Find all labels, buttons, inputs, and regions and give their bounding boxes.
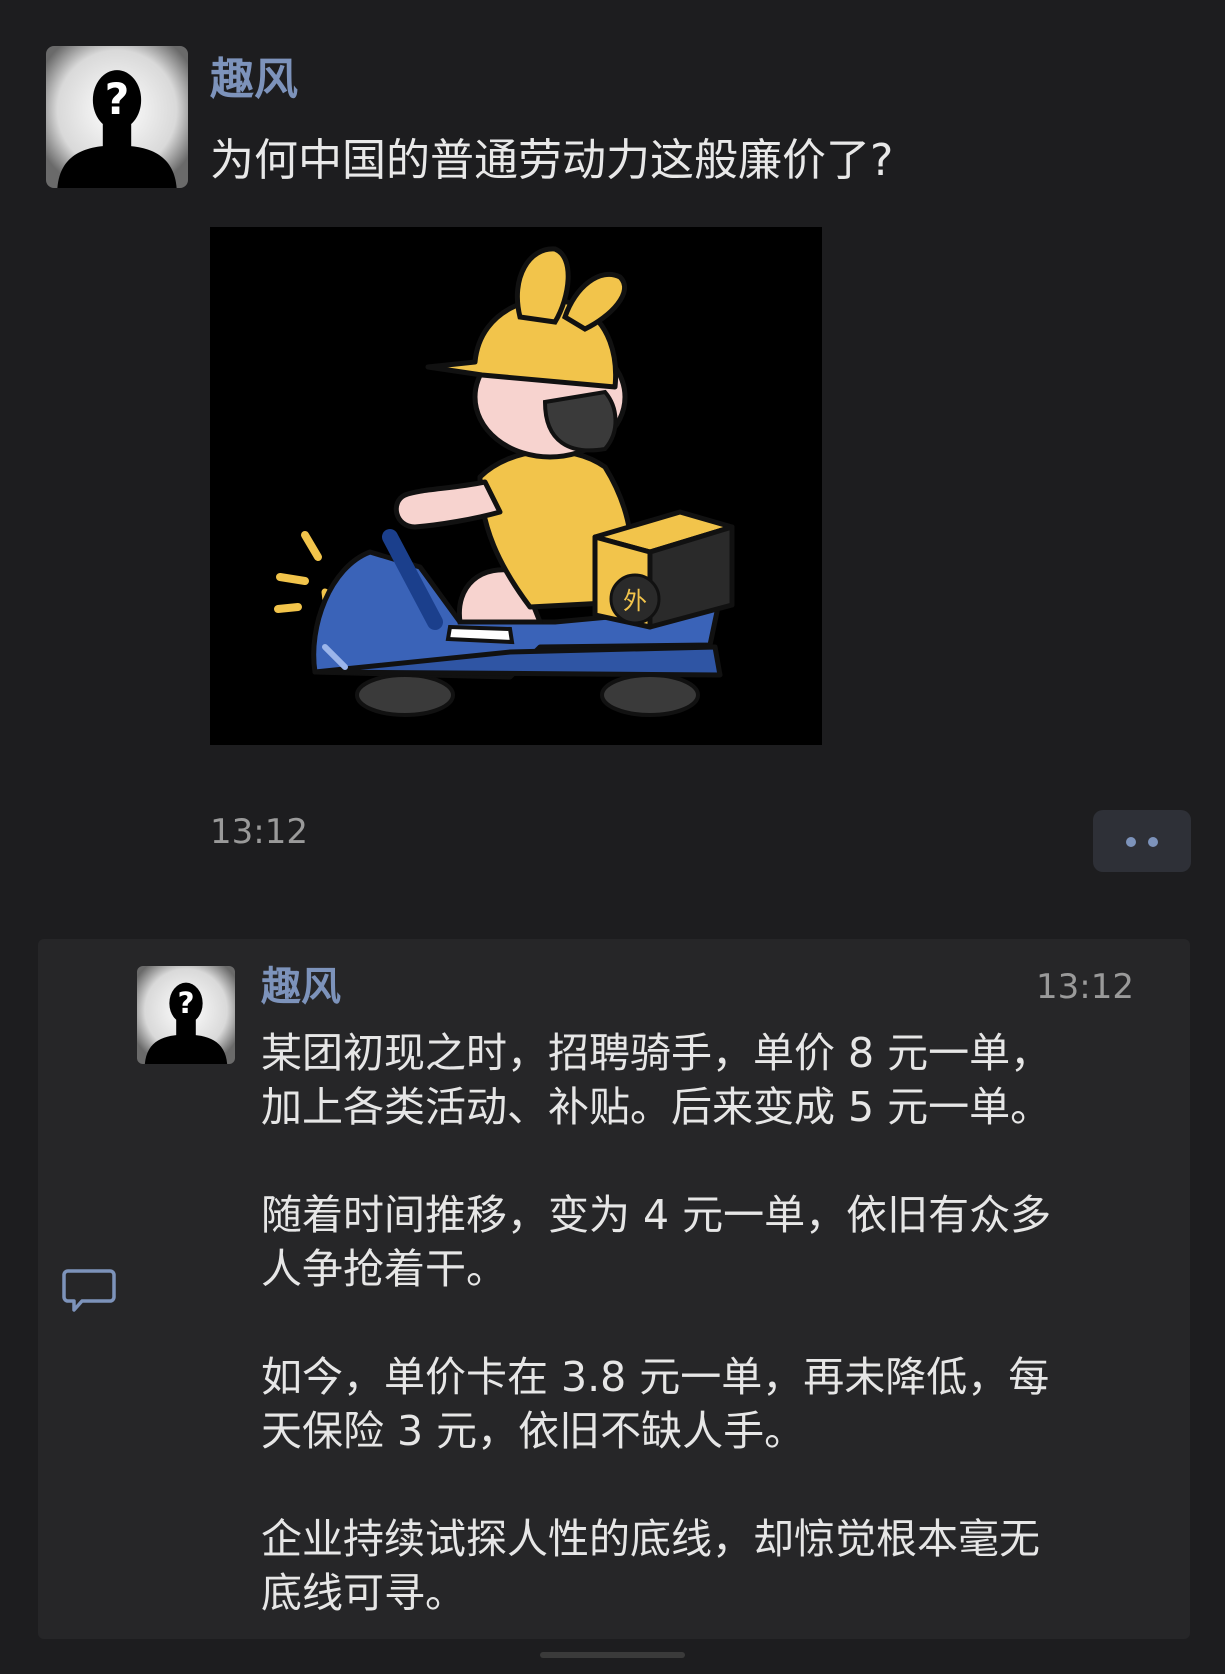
comment-body: 某团初现之时，招聘骑手，单价 8 元一单， 加上各类活动、补贴。后来变成 5 元… (261, 1026, 1161, 1674)
post-time: 13:12 (210, 812, 308, 852)
comment-paragraph: 企业持续试探人性的底线，却惊觉根本毫无 底线可寻。 (261, 1515, 1040, 1617)
more-button[interactable] (1093, 810, 1191, 872)
ellipsis-icon (1126, 837, 1136, 847)
comment-paragraph: 某团初现之时，招聘骑手，单价 8 元一单， 加上各类活动、补贴。后来变成 5 元… (261, 1029, 1052, 1131)
delivery-rider-illustration: 外 (210, 227, 822, 745)
ellipsis-icon-dot (1148, 837, 1158, 847)
comment-time: 13:12 (1036, 967, 1134, 1007)
comment-bubble-icon[interactable] (62, 1268, 116, 1314)
anonymous-person-icon: ? (137, 966, 235, 1064)
anonymous-person-icon: ? (46, 46, 188, 188)
post-title: 为何中国的普通劳动力这般廉价了? (210, 135, 894, 186)
comment-paragraph: 随着时间推移，变为 4 元一单，依旧有众多 人争抢着干。 (261, 1191, 1052, 1293)
comment-avatar[interactable]: ? (137, 966, 235, 1064)
home-indicator (540, 1652, 685, 1658)
comment-author-name[interactable]: 趣风 (261, 962, 341, 1012)
svg-text:?: ? (177, 986, 194, 1020)
box-label: 外 (623, 587, 647, 615)
post-author-name[interactable]: 趣风 (210, 52, 298, 108)
post-avatar[interactable]: ? (46, 46, 188, 188)
svg-text:?: ? (105, 75, 130, 125)
post-image[interactable]: 外 (210, 227, 822, 745)
comment-paragraph: 如今，单价卡在 3.8 元一单，再未降低，每 天保险 3 元，依旧不缺人手。 (261, 1353, 1050, 1455)
